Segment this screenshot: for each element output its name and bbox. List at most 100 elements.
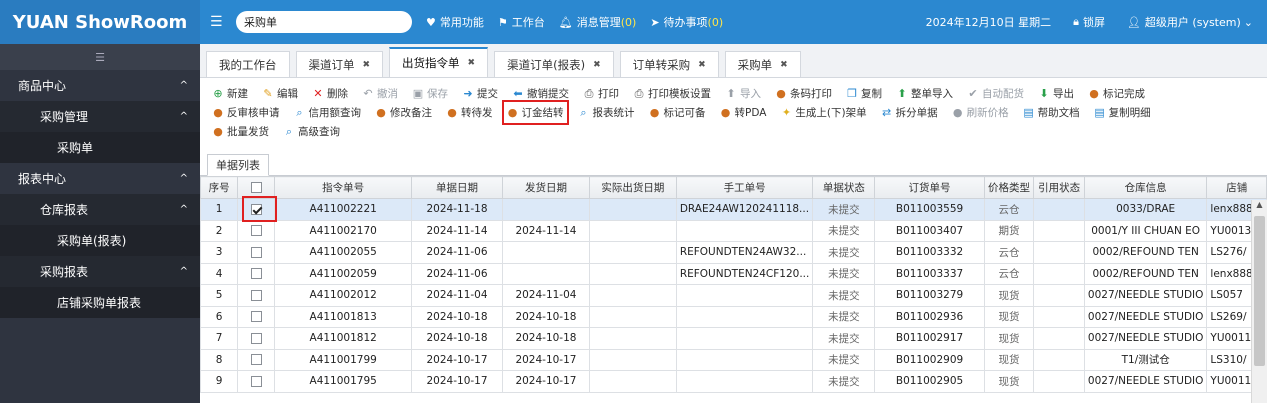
toolbar-button-1-0[interactable]: ● 反审核申请: [212, 105, 279, 120]
top-nav-3[interactable]: ➤ 待办事项 (0): [650, 14, 723, 30]
table-row[interactable]: 6 A411001813 2024-10-18 2024-10-18 未提交 B01100…: [200, 305, 1267, 328]
top-nav-0[interactable]: ♥ 常用功能: [426, 14, 484, 30]
toolbar-button-1-11[interactable]: ▤ 帮助文档: [1023, 105, 1079, 120]
table-cell[interactable]: [237, 241, 276, 264]
table-row[interactable]: 3 A411002055 2024-11-06 REFOUNDTEN24AW32...…: [200, 241, 1267, 264]
table-row[interactable]: 5 A411002012 2024-11-04 2024-11-04 未提交 B01100…: [200, 284, 1267, 307]
table-row[interactable]: 8 A411001799 2024-10-17 2024-10-17 未提交 B01100…: [200, 348, 1267, 371]
table-row[interactable]: 1 A411002221 2024-11-18 DRAE24AW120241118..…: [200, 198, 1267, 221]
brand-logo[interactable]: YUAN ShowRoom: [0, 0, 200, 44]
toolbar-button-0-4[interactable]: ▣ 保存: [412, 86, 448, 101]
close-icon[interactable]: ✖: [780, 60, 788, 70]
row-checkbox[interactable]: [250, 268, 262, 280]
toolbar-button-1-9[interactable]: ⇄ 拆分单据: [881, 105, 938, 120]
toolbar-button-0-7[interactable]: ⎙ 打印: [583, 86, 619, 101]
toolbar-button-0-10[interactable]: ● 条码打印: [775, 86, 832, 101]
toolbar-button-1-12[interactable]: ▤ 复制明细: [1094, 105, 1151, 120]
row-checkbox[interactable]: [250, 246, 262, 258]
table-cell[interactable]: [237, 305, 276, 328]
table-cell[interactable]: [237, 219, 276, 242]
sidebar-item-5[interactable]: 采购单(报表): [0, 225, 200, 256]
table-cell[interactable]: [237, 327, 276, 350]
toolbar-button-2-0[interactable]: ● 批量发货: [212, 124, 269, 139]
toolbar-button-0-3[interactable]: ↶ 撤消: [362, 86, 398, 101]
top-nav-2[interactable]: 🔔︎ 消息管理 (0): [559, 14, 637, 30]
toolbar-button-2-1[interactable]: ⌕ 高级查询: [283, 124, 340, 139]
row-checkbox[interactable]: [250, 289, 262, 301]
sidebar-item-4[interactable]: 仓库报表 ^: [0, 194, 200, 225]
sidebar-item-1[interactable]: 采购管理 ^: [0, 101, 200, 132]
bulb-icon: ✦: [781, 105, 792, 119]
sidebar-collapse-icon[interactable]: ☰: [0, 44, 200, 70]
table-cell[interactable]: [237, 370, 276, 393]
column-header: 手工单号: [675, 176, 814, 199]
toolbar-button-1-7[interactable]: ● 转PDA: [720, 105, 767, 120]
tab-5[interactable]: 采购单 ✖: [724, 51, 801, 77]
toolbar-button-0-11[interactable]: ❐ 复制: [846, 86, 882, 101]
toolbar-button-label: 复制: [861, 88, 882, 100]
vertical-scrollbar[interactable]: ▲: [1251, 200, 1267, 403]
submit-arrow-icon: ➜: [463, 86, 473, 100]
table-cell: [1033, 262, 1085, 285]
toolbar-button-label: 复制明细: [1108, 107, 1151, 119]
toolbar-button-0-14[interactable]: ⬇ 导出: [1038, 86, 1074, 101]
toolbar-button-1-10[interactable]: ● 刷新价格: [952, 105, 1009, 120]
toolbar-button-0-9[interactable]: ⬆ 导入: [725, 86, 761, 101]
toolbar-button-0-2[interactable]: ✕ 删除: [312, 86, 348, 101]
sidebar-item-7[interactable]: 店铺采购单报表: [0, 287, 200, 318]
sidebar-item-0[interactable]: 商品中心 ^: [0, 70, 200, 101]
toolbar-button-1-6[interactable]: ● 标记可备: [649, 105, 706, 120]
sidebar-item-2[interactable]: 采购单: [0, 132, 200, 163]
toolbar-button-0-1[interactable]: ✎ 编辑: [262, 86, 298, 101]
scroll-up-icon[interactable]: ▲: [1252, 200, 1267, 214]
scroll-thumb[interactable]: [1254, 216, 1265, 366]
toolbar-button-0-12[interactable]: ⬆ 整单导入: [896, 86, 953, 101]
close-icon[interactable]: ✖: [593, 60, 601, 70]
table-row[interactable]: 9 A411001795 2024-10-17 2024-10-17 未提交 B01100…: [200, 370, 1267, 393]
tab-2[interactable]: 出货指令单 ✖: [389, 47, 489, 77]
top-nav-1[interactable]: ⚑ 工作台: [498, 14, 545, 30]
sidebar-item-3[interactable]: 报表中心 ^: [0, 163, 200, 194]
toolbar-button-0-0[interactable]: ⊕ 新建: [212, 86, 248, 101]
toolbar-button-0-6[interactable]: ⬅ 撤销提交: [512, 86, 569, 101]
sidebar-item-6[interactable]: 采购报表 ^: [0, 256, 200, 287]
table-cell: 现货: [983, 370, 1035, 393]
row-checkbox[interactable]: [250, 375, 262, 387]
table-cell[interactable]: [237, 348, 276, 371]
table-row[interactable]: 4 A411002059 2024-11-06 REFOUNDTEN24CF120..…: [200, 262, 1267, 285]
tab-4[interactable]: 订单转采购 ✖: [619, 51, 719, 77]
undo-icon: ↶: [363, 86, 373, 100]
tab-1[interactable]: 渠道订单 ✖: [295, 51, 384, 77]
toolbar-button-1-5[interactable]: ⌕ 报表统计: [578, 105, 634, 120]
tab-0[interactable]: 我的工作台: [206, 51, 290, 77]
row-checkbox[interactable]: [250, 354, 262, 366]
menu-toggle-icon[interactable]: ☰: [210, 14, 226, 30]
close-icon[interactable]: ✖: [363, 60, 371, 70]
close-icon[interactable]: ✖: [698, 60, 706, 70]
toolbar-button-0-15[interactable]: ● 标记完成: [1088, 86, 1145, 101]
toolbar-button-1-4[interactable]: ● 订金结转: [501, 100, 569, 125]
toolbar-button-0-5[interactable]: ➜ 提交: [462, 86, 498, 101]
tab-3[interactable]: 渠道订单(报表) ✖: [494, 51, 614, 77]
toolbar-button-0-8[interactable]: ⎙ 打印模板设置: [633, 86, 711, 101]
select-all-checkbox[interactable]: [250, 182, 262, 193]
lock-screen-button[interactable]: 🔒︎ 锁屏: [1073, 14, 1105, 30]
row-checkbox[interactable]: [250, 311, 262, 323]
close-icon[interactable]: ✖: [468, 58, 476, 68]
user-menu[interactable]: 👤︎ 超级用户 (system) ⌄: [1127, 14, 1257, 30]
table-cell[interactable]: [237, 284, 276, 307]
toolbar-button-1-1[interactable]: ⌕ 信用额查询: [294, 105, 361, 120]
table-cell[interactable]: [237, 262, 276, 285]
table-row[interactable]: 7 A411001812 2024-10-18 2024-10-18 未提交 B01100…: [200, 327, 1267, 350]
toolbar-button-1-2[interactable]: ● 修改备注: [375, 105, 432, 120]
toolbar-button-1-8[interactable]: ✦ 生成上(下)架单: [780, 105, 867, 120]
toolbar-button-0-13[interactable]: ✔ 自动配货: [967, 86, 1024, 101]
row-checkbox[interactable]: [250, 332, 262, 344]
row-checkbox[interactable]: [250, 225, 262, 237]
table-row[interactable]: 2 A411002170 2024-11-14 2024-11-14 未提交 B01100…: [200, 219, 1267, 242]
toolbar-button-1-3[interactable]: ● 转待发: [446, 105, 492, 120]
toolbar-button-label: 生成上(下)架单: [795, 107, 867, 119]
top-search-input[interactable]: [236, 11, 412, 33]
tab-document-list[interactable]: 单据列表: [207, 154, 269, 176]
column-header: 发货日期: [501, 176, 590, 199]
